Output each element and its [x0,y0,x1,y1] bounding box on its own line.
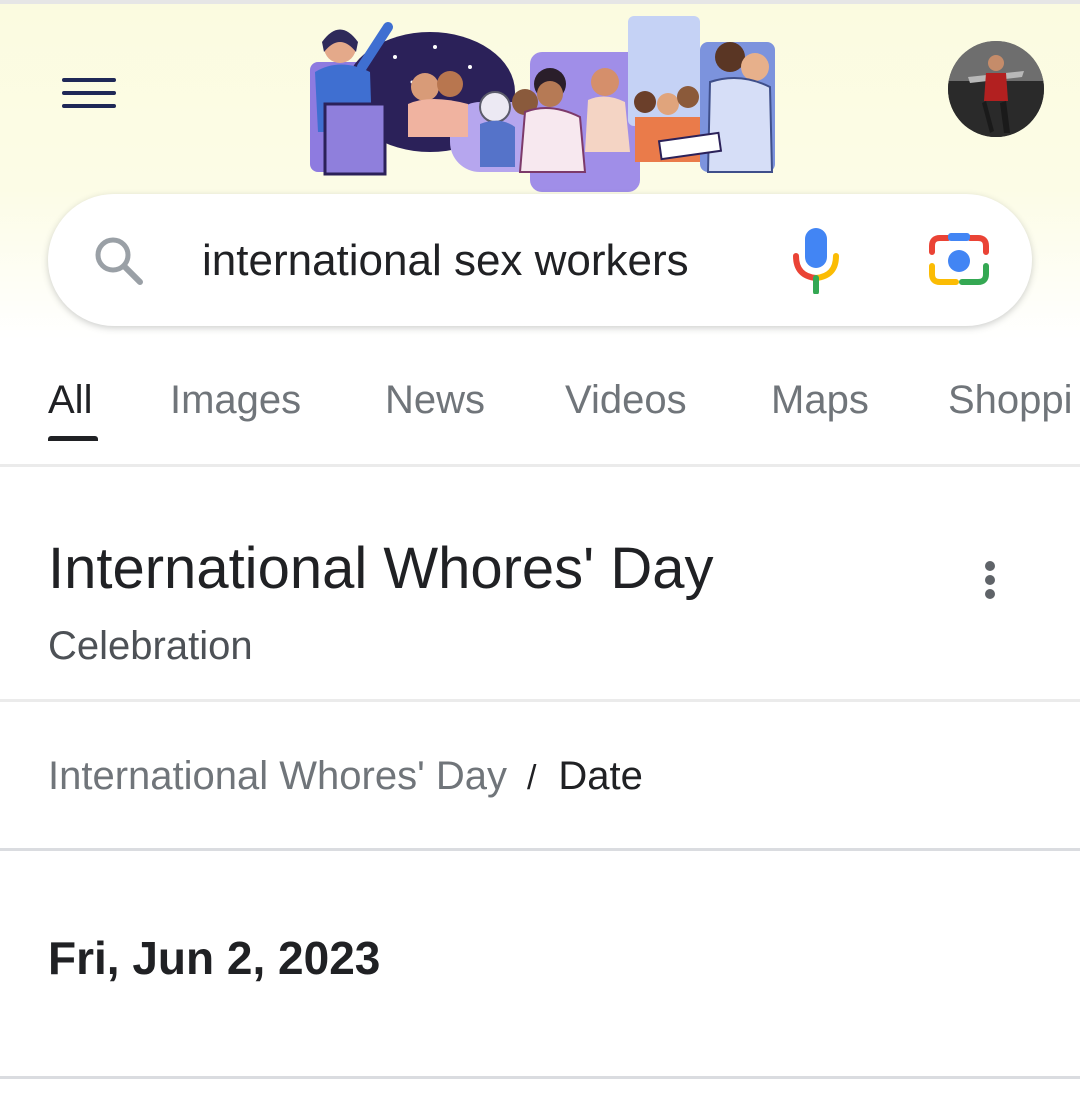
hamburger-menu-icon [62,78,116,82]
breadcrumb-parent-link[interactable]: International Whores' Day [48,754,507,798]
tab-videos[interactable]: Videos [565,376,687,424]
breadcrumb-current: Date [558,754,643,798]
tab-shopping[interactable]: Shoppi [948,376,1073,424]
search-tabs: All Images News Videos Maps Shoppi [0,340,1080,466]
tab-maps[interactable]: Maps [771,376,869,424]
account-avatar[interactable] [948,41,1044,137]
google-lens-camera-icon[interactable] [926,230,992,290]
search-bar[interactable]: international sex workers [48,194,1032,326]
answer-date: Fri, Jun 2, 2023 [48,932,381,984]
search-icon[interactable] [90,232,146,288]
more-vertical-icon [985,561,995,571]
search-input[interactable]: international sex workers [202,234,689,288]
tabs-divider [0,464,1080,467]
google-doodle-image[interactable] [300,12,778,194]
entity-title: International Whores' Day [48,536,714,601]
active-tab-indicator [48,436,98,441]
breadcrumb-separator: / [526,759,537,797]
section-divider [0,1076,1080,1079]
main-menu-button[interactable] [60,74,120,116]
more-options-button[interactable] [970,554,1010,604]
doodle-podium [323,102,387,176]
tab-all[interactable]: All [48,376,92,424]
tab-news[interactable]: News [385,376,485,424]
breadcrumb: International Whores' Day / Date [48,752,643,802]
microphone-icon[interactable] [788,226,844,294]
avatar-photo [948,41,1044,137]
entity-subtitle: Celebration [48,624,253,668]
search-header: international sex workers [0,4,1080,340]
tab-images[interactable]: Images [170,376,301,424]
section-divider [0,699,1080,702]
section-divider [0,848,1080,851]
